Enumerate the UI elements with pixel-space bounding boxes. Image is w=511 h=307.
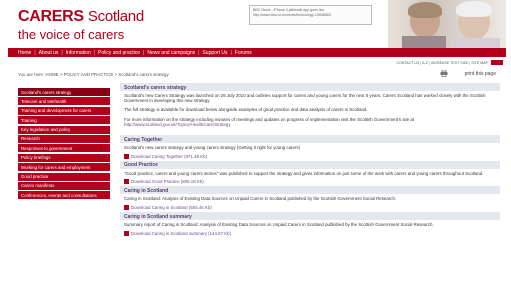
- site-tagline: the voice of carers: [18, 27, 125, 42]
- utility-bar: CONTACT US | A-Z | INCREASE TEXT SIZE | …: [8, 60, 506, 66]
- section-text: Caring in Scotland: Analysis of Existing…: [124, 196, 397, 202]
- logo-sub-text: Scotland: [87, 8, 144, 25]
- photo-hair: [408, 2, 442, 18]
- section-text: Scotland's new carers strategy and young…: [124, 145, 301, 151]
- search-button[interactable]: [491, 60, 503, 65]
- nav-item-news[interactable]: News and campaigns: [147, 50, 195, 56]
- print-page-link[interactable]: print this page: [465, 71, 496, 77]
- sidebar-item-employment[interactable]: Working for carers and employment: [18, 163, 110, 172]
- sidebar-item-policy-briefings[interactable]: Policy briefings: [18, 153, 110, 162]
- main-content: Scotland's carers strategy Scotland's ne…: [120, 83, 500, 238]
- download-link[interactable]: Download Caring in Scotland summary (144…: [120, 229, 500, 238]
- sidebar-item-manifesto[interactable]: Carers manifesto: [18, 181, 110, 190]
- download-link[interactable]: Download Caring in Scotland (555.46 Kb): [120, 204, 500, 213]
- site-logo[interactable]: CARERS Scotland: [18, 8, 144, 26]
- sidebar-item-conferences[interactable]: Conferences, events and consultations: [18, 191, 110, 200]
- download-label[interactable]: Download Caring Together (871.49 Kb): [131, 154, 207, 159]
- nav-separator: |: [143, 49, 145, 56]
- section-heading: Caring Together: [120, 135, 500, 144]
- photo-clothing: [450, 38, 500, 48]
- sidebar-item-telecare[interactable]: Telecare and telehealth: [18, 97, 110, 106]
- nav-separator: |: [34, 49, 36, 56]
- nav-item-policy[interactable]: Policy and practice: [98, 50, 140, 56]
- sidebar-item-responses[interactable]: Responses to government: [18, 144, 110, 153]
- printer-icon[interactable]: [440, 70, 448, 77]
- sidebar-item-legislation[interactable]: Key legislation and policy: [18, 125, 110, 134]
- download-link[interactable]: Download Good Practice (805.18 Kb): [120, 178, 500, 187]
- nav-separator: |: [198, 49, 200, 56]
- intro-paragraph: For more information on the strategy inc…: [120, 115, 500, 129]
- header-photo: [388, 0, 506, 48]
- photo-hair: [456, 1, 492, 17]
- intro-paragraph: The full strategy is available for downl…: [124, 107, 368, 113]
- tooltip-line: http://www.bbc.co.uk/news/technology-108…: [253, 13, 331, 17]
- pdf-icon: [124, 153, 129, 159]
- section-text: Summary report of Caring in Scotland: An…: [124, 222, 434, 228]
- main-nav: Home | About us | Information | Policy and …: [8, 48, 506, 57]
- download-label[interactable]: Download Caring in Scotland (555.46 Kb): [131, 205, 212, 210]
- sidebar-item-carers-strategy[interactable]: Scotland's carers strategy: [18, 88, 110, 96]
- utility-links[interactable]: CONTACT US | A-Z | INCREASE TEXT SIZE | …: [396, 61, 488, 65]
- section-heading: Good Practice: [120, 160, 500, 169]
- sidebar-item-good-practice[interactable]: Good practice: [18, 172, 110, 181]
- page-frame: CARERS Scotland the voice of carers BBC …: [8, 0, 506, 307]
- sidebar-item-research[interactable]: Research: [18, 134, 110, 143]
- page-title: Scotland's carers strategy: [120, 83, 500, 91]
- nav-item-about[interactable]: About us: [39, 50, 59, 56]
- download-link[interactable]: Download Caring Together (871.49 Kb): [120, 152, 500, 161]
- photo-clothing: [402, 36, 446, 48]
- logo-main-text: CARERS: [18, 8, 84, 25]
- sidebar-item-training[interactable]: Training: [18, 116, 110, 125]
- nav-item-forums[interactable]: Forums: [235, 50, 252, 56]
- download-label[interactable]: Download Good Practice (805.18 Kb): [131, 179, 204, 184]
- download-label[interactable]: Download Caring in Scotland summary (144…: [131, 231, 231, 236]
- nav-item-home[interactable]: Home: [18, 50, 31, 56]
- pdf-icon: [124, 179, 129, 185]
- pdf-icon: [124, 230, 129, 236]
- browser-tooltip: BBC News - iPhone 4 jailbreak app goes l…: [249, 5, 372, 25]
- pdf-icon: [124, 205, 129, 211]
- intro-paragraph: Scotland's new Carers Strategy was launc…: [124, 93, 486, 104]
- site-header: CARERS Scotland the voice of carers BBC …: [8, 0, 506, 48]
- nav-separator: |: [230, 49, 232, 56]
- breadcrumb[interactable]: You are here: HOME > POLICY AND PRACTICE…: [18, 72, 169, 77]
- sidebar-item-training-development[interactable]: Training and development for carers: [18, 106, 110, 115]
- scottish-government-link[interactable]: http://www.scotland.gov.uk/Topics/Health…: [124, 122, 231, 127]
- nav-item-information[interactable]: Information: [66, 50, 91, 56]
- section-heading: Caring in Scotland: [120, 186, 500, 195]
- nav-item-support[interactable]: Support Us: [202, 50, 227, 56]
- sidebar: Scotland's carers strategy Telecare and …: [18, 88, 110, 201]
- section-text: "Good practice, carers and young carers …: [124, 170, 484, 176]
- nav-separator: |: [93, 49, 96, 56]
- nav-separator: |: [61, 49, 63, 56]
- section-heading: Caring in Scotland summary: [120, 212, 500, 221]
